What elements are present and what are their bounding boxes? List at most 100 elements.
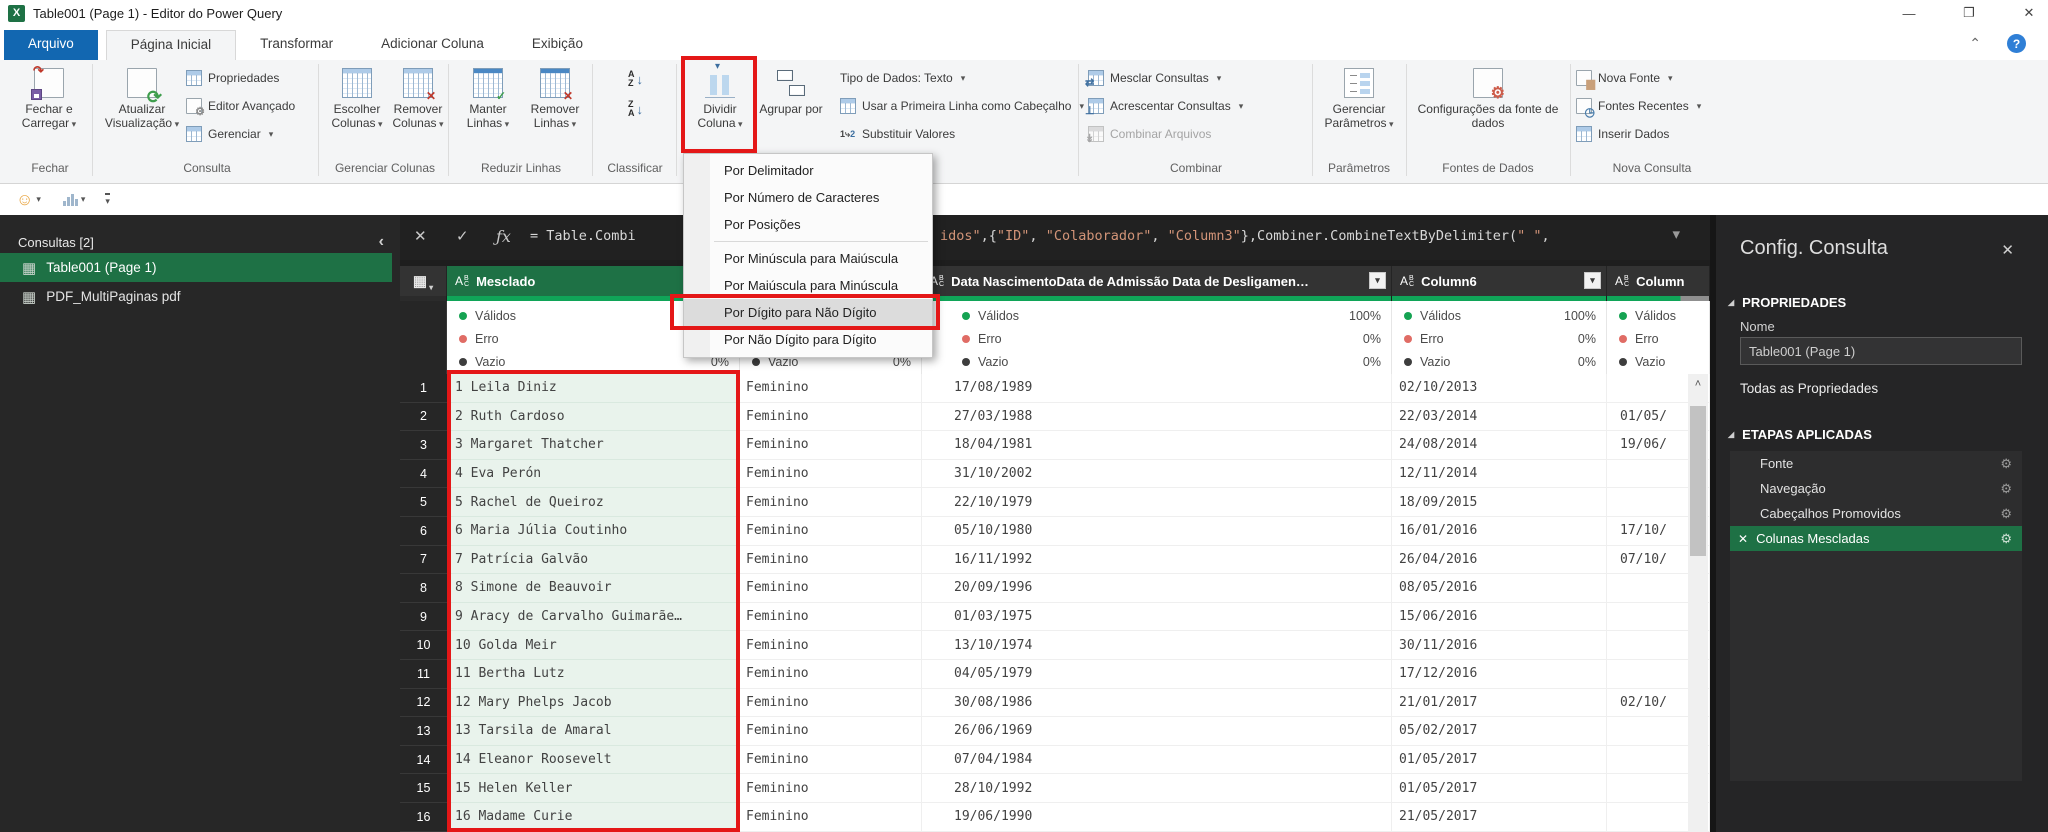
cell[interactable]: 01/05/2017 (1392, 774, 1607, 803)
cell[interactable]: 4 Eva Perón (447, 459, 740, 489)
cell[interactable]: 9 Aracy de Carvalho Guimarãe… (447, 602, 740, 632)
properties-button[interactable]: Propriedades (186, 66, 279, 90)
formula-bar[interactable]: ✕ ✓ ƒx = Table.Combi idos",{"ID", "Colab… (400, 215, 1710, 260)
manage-query-button[interactable]: Gerenciar (186, 122, 273, 146)
row-number[interactable]: 11 (400, 659, 447, 689)
cell[interactable]: Feminino (740, 774, 922, 803)
row-number[interactable]: 13 (400, 717, 447, 746)
remove-rows-button[interactable]: ✕ Remover Linhas (522, 62, 588, 158)
new-source-button[interactable]: ▆ Nova Fonte (1576, 66, 1673, 90)
cell[interactable]: 04/05/1979 (922, 659, 1392, 689)
query-item-pdf-multipaginas-pdf[interactable]: ▦ PDF_MultiPaginas pdf (0, 282, 392, 311)
cell[interactable]: Feminino (740, 374, 922, 403)
cell[interactable]: 21/05/2017 (1392, 802, 1607, 832)
row-number[interactable]: 14 (400, 745, 447, 775)
step-colunas-mescladas[interactable]: ✕ Colunas Mescladas ⚙ (1730, 526, 2022, 551)
append-queries-button[interactable]: ⊥ Acrescentar Consultas (1085, 94, 1243, 118)
step-navegacao[interactable]: Navegação ⚙ (1730, 476, 2022, 501)
row-number[interactable]: 9 (400, 602, 447, 632)
help-icon[interactable]: ? (2007, 34, 2026, 53)
smiley-feedback-icon[interactable]: ☺ (16, 190, 33, 210)
cell[interactable]: 14 Eleanor Roosevelt (447, 745, 740, 775)
manage-parameters-button[interactable]: Gerenciar Parâmetros (1316, 62, 1402, 158)
cell[interactable]: 08/05/2016 (1392, 574, 1607, 603)
row-number[interactable]: 3 (400, 431, 447, 460)
cell[interactable]: 13 Tarsila de Amaral (447, 717, 740, 746)
cell[interactable]: 05/02/2017 (1392, 717, 1607, 746)
menu-item-por-numero-de-caracteres[interactable]: Por Número de Caracteres (684, 184, 932, 211)
cell[interactable]: 5 Rachel de Queiroz (447, 488, 740, 517)
cell[interactable]: Feminino (740, 717, 922, 746)
row-number[interactable]: 15 (400, 774, 447, 803)
first-row-as-header-button[interactable]: Usar a Primeira Linha como Cabeçalho (840, 94, 1084, 118)
vertical-scrollbar[interactable]: ˄ (1688, 374, 1708, 832)
cell[interactable]: Feminino (740, 631, 922, 660)
remove-columns-button[interactable]: ✕ Remover Colunas (388, 62, 448, 158)
formula-text-right[interactable]: idos",{"ID", "Colaborador", "Column3"},C… (940, 228, 1550, 244)
cell[interactable]: 16/01/2016 (1392, 516, 1607, 546)
row-number[interactable]: 10 (400, 631, 447, 660)
merge-queries-button[interactable]: ⇄ Mesclar Consultas (1085, 66, 1221, 90)
properties-section-header[interactable]: ◢ PROPRIEDADES (1728, 295, 1846, 310)
menu-item-por-nao-digito-para-digito[interactable]: Por Não Dígito para Dígito (684, 326, 932, 353)
cell[interactable]: 15 Helen Keller (447, 774, 740, 803)
cell[interactable]: 20/09/1996 (922, 574, 1392, 603)
all-properties-link[interactable]: Todas as Propriedades (1740, 381, 1878, 396)
filter-button[interactable]: ▾ (1369, 272, 1386, 289)
row-number[interactable]: 8 (400, 574, 447, 603)
gear-icon[interactable]: ⚙ (2000, 506, 2012, 522)
row-number[interactable]: 16 (400, 802, 447, 832)
group-by-button[interactable]: Agrupar por (754, 62, 828, 158)
cell[interactable]: Feminino (740, 574, 922, 603)
cell[interactable]: Feminino (740, 802, 922, 832)
gear-icon[interactable]: ⚙ (2000, 481, 2012, 497)
recent-sources-button[interactable]: ◷ Fontes Recentes (1576, 94, 1701, 118)
menu-item-por-digito-para-nao-digito[interactable]: Por Dígito para Não Dígito (684, 299, 932, 326)
cell[interactable]: 12/11/2014 (1392, 459, 1607, 489)
tab-exibicao[interactable]: Exibição (508, 30, 607, 60)
row-number[interactable]: 1 (400, 374, 447, 403)
cell[interactable]: 18/09/2015 (1392, 488, 1607, 517)
cell[interactable]: 2 Ruth Cardoso (447, 402, 740, 432)
sort-ascending-button[interactable]: A Z ↓ (628, 66, 643, 92)
keep-rows-button[interactable]: ✓ Manter Linhas (456, 62, 520, 158)
column-header-column[interactable]: A B C Column (1607, 266, 1710, 296)
menu-item-por-maiuscula-para-minuscula[interactable]: Por Maiúscula para Minúscula (684, 272, 932, 299)
cell[interactable]: 3 Margaret Thatcher (447, 431, 740, 460)
minimize-button[interactable]: — (1900, 6, 1918, 21)
formula-fx-icon[interactable]: ƒx (496, 227, 511, 246)
cell[interactable]: 24/08/2014 (1392, 431, 1607, 460)
cell[interactable]: 30/08/1986 (922, 688, 1392, 718)
cell[interactable]: 22/10/1979 (922, 488, 1392, 517)
collapse-formula-bar-icon[interactable]: ▾ (105, 192, 110, 207)
cell[interactable]: 28/10/1992 (922, 774, 1392, 803)
cell[interactable]: Feminino (740, 459, 922, 489)
filter-button[interactable]: ▾ (1584, 272, 1601, 289)
cell[interactable]: 17/08/1989 (922, 374, 1392, 403)
row-number[interactable]: 7 (400, 545, 447, 575)
refresh-preview-button[interactable]: ⟳ Atualizar Visualização (100, 62, 184, 158)
restore-button[interactable]: ❐ (1960, 5, 1978, 21)
replace-values-button[interactable]: 1⤷2 Substituir Valores (840, 122, 955, 146)
cell[interactable]: Feminino (740, 402, 922, 432)
cell[interactable]: Feminino (740, 545, 922, 575)
menu-item-por-minuscula-para-maiuscula[interactable]: Por Minúscula para Maiúscula (684, 245, 932, 272)
tab-transformar[interactable]: Transformar (236, 30, 357, 60)
cell[interactable]: 1 Leila Diniz (447, 374, 740, 403)
cell[interactable]: 16/11/1992 (922, 545, 1392, 575)
cell[interactable]: 27/03/1988 (922, 402, 1392, 432)
cell[interactable]: 11 Bertha Lutz (447, 659, 740, 689)
sort-descending-button[interactable]: Z A ↓ (628, 96, 643, 122)
row-number[interactable]: 5 (400, 488, 447, 517)
row-number[interactable]: 12 (400, 688, 447, 718)
cell[interactable]: 01/05/2017 (1392, 745, 1607, 775)
settings-panel-close-icon[interactable]: ✕ (2001, 241, 2014, 259)
delete-step-icon[interactable]: ✕ (1738, 532, 1748, 546)
data-source-settings-button[interactable]: ⚙ Configurações da fonte de dados (1410, 62, 1566, 158)
row-number[interactable]: 2 (400, 402, 447, 432)
applied-steps-section-header[interactable]: ◢ ETAPAS APLICADAS (1728, 427, 1872, 442)
cell[interactable]: 26/06/1969 (922, 717, 1392, 746)
tab-pagina-inicial[interactable]: Página Inicial (105, 30, 237, 60)
cell[interactable]: 02/10/2013 (1392, 374, 1607, 403)
step-cabecalhos-promovidos[interactable]: Cabeçalhos Promovidos ⚙ (1730, 501, 2022, 526)
